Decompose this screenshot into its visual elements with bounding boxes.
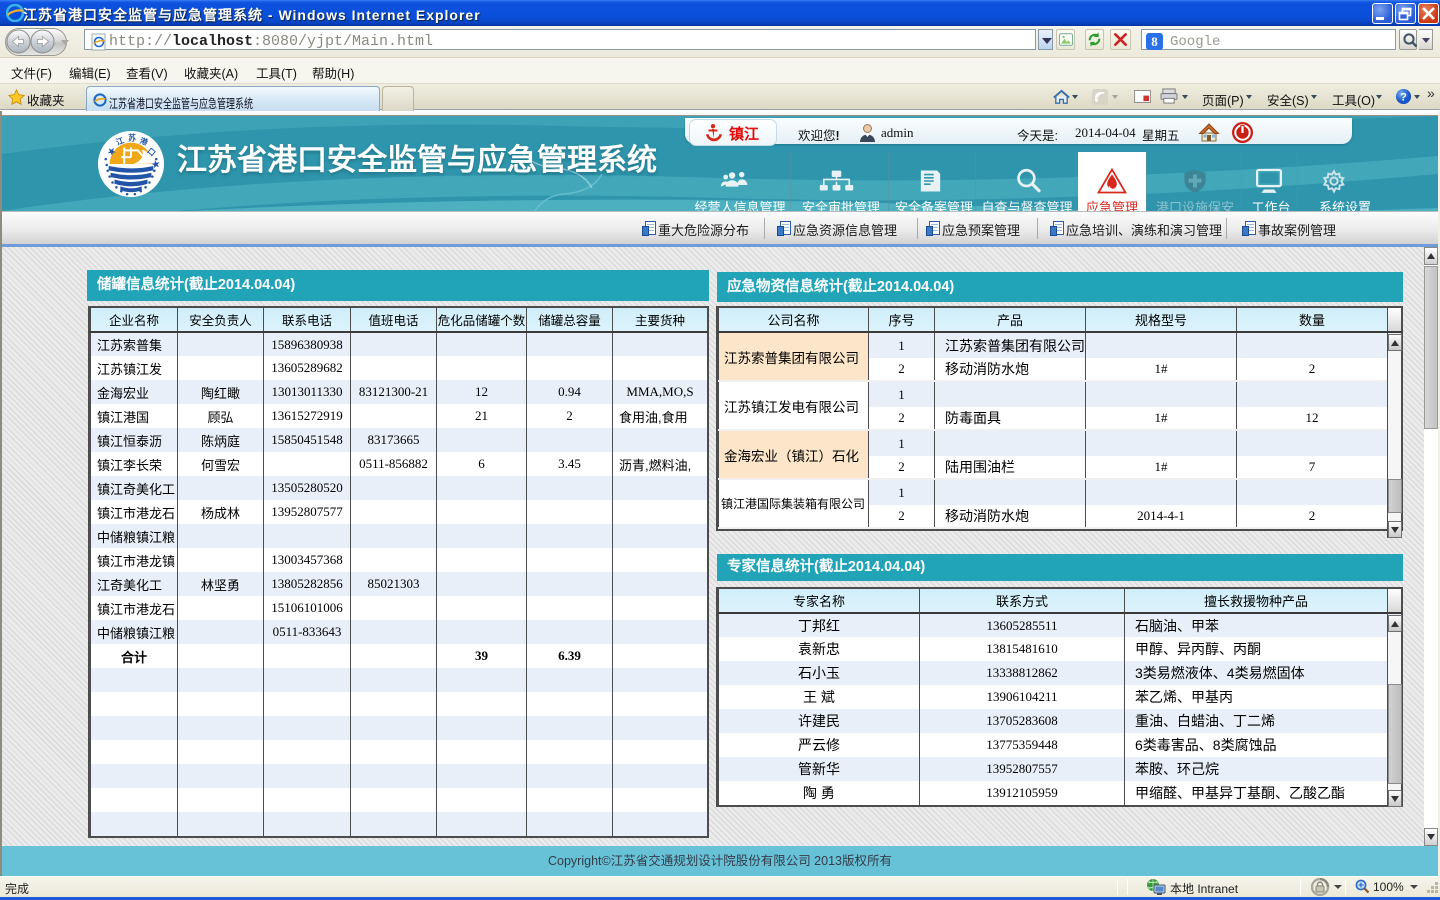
svg-text:?: ? xyxy=(1400,91,1407,103)
svg-text:苏: 苏 xyxy=(128,133,136,143)
